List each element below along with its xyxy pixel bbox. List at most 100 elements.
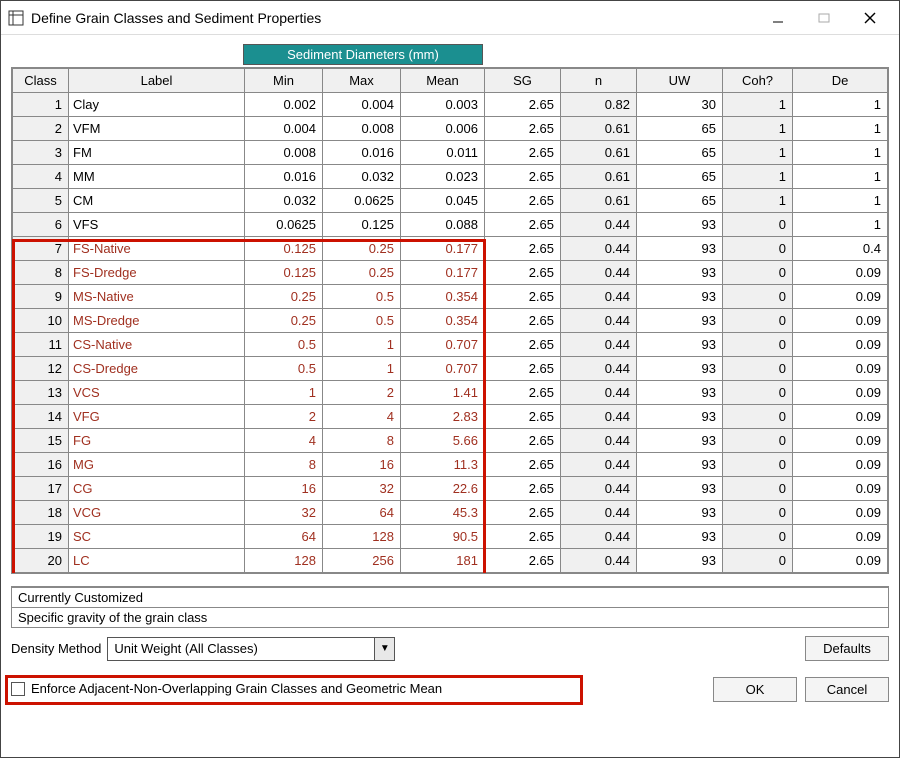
cell-min[interactable]: 0.25 <box>245 285 323 309</box>
cell-uw[interactable]: 93 <box>637 525 723 549</box>
cell-de[interactable]: 1 <box>793 93 888 117</box>
cell-min[interactable]: 64 <box>245 525 323 549</box>
cell-uw[interactable]: 93 <box>637 477 723 501</box>
cell-max[interactable]: 0.016 <box>323 141 401 165</box>
cell-mean[interactable]: 0.023 <box>401 165 485 189</box>
cell-n[interactable]: 0.44 <box>561 549 637 573</box>
cell-n[interactable]: 0.44 <box>561 453 637 477</box>
cell-label[interactable]: FS-Native <box>69 237 245 261</box>
cell-class[interactable]: 16 <box>13 453 69 477</box>
cell-n[interactable]: 0.44 <box>561 381 637 405</box>
cell-n[interactable]: 0.44 <box>561 525 637 549</box>
cell-mean[interactable]: 0.177 <box>401 261 485 285</box>
cell-label[interactable]: VFM <box>69 117 245 141</box>
cell-label[interactable]: MG <box>69 453 245 477</box>
cell-min[interactable]: 8 <box>245 453 323 477</box>
cell-sg[interactable]: 2.65 <box>485 549 561 573</box>
cell-sg[interactable]: 2.65 <box>485 117 561 141</box>
cell-de[interactable]: 0.09 <box>793 525 888 549</box>
enforce-checkbox[interactable] <box>11 682 25 696</box>
cell-uw[interactable]: 65 <box>637 189 723 213</box>
cell-coh[interactable]: 0 <box>723 213 793 237</box>
col-class[interactable]: Class <box>13 69 69 93</box>
cell-label[interactable]: Clay <box>69 93 245 117</box>
cell-min[interactable]: 0.125 <box>245 261 323 285</box>
cell-max[interactable]: 0.25 <box>323 237 401 261</box>
cell-max[interactable]: 256 <box>323 549 401 573</box>
cell-sg[interactable]: 2.65 <box>485 429 561 453</box>
col-sg[interactable]: SG <box>485 69 561 93</box>
cell-mean[interactable]: 0.707 <box>401 333 485 357</box>
cell-n[interactable]: 0.82 <box>561 93 637 117</box>
cell-max[interactable]: 4 <box>323 405 401 429</box>
cell-coh[interactable]: 0 <box>723 285 793 309</box>
table-row[interactable]: 9MS-Native0.250.50.3542.650.449300.09 <box>13 285 888 309</box>
col-coh[interactable]: Coh? <box>723 69 793 93</box>
cell-class[interactable]: 12 <box>13 357 69 381</box>
cell-sg[interactable]: 2.65 <box>485 525 561 549</box>
cell-max[interactable]: 2 <box>323 381 401 405</box>
cell-mean[interactable]: 2.83 <box>401 405 485 429</box>
cell-uw[interactable]: 65 <box>637 117 723 141</box>
cell-de[interactable]: 1 <box>793 165 888 189</box>
cell-max[interactable]: 0.004 <box>323 93 401 117</box>
cell-de[interactable]: 0.09 <box>793 501 888 525</box>
col-n[interactable]: n <box>561 69 637 93</box>
density-method-combobox[interactable]: Unit Weight (All Classes) ▼ <box>107 637 395 661</box>
cell-n[interactable]: 0.44 <box>561 501 637 525</box>
cell-n[interactable]: 0.44 <box>561 261 637 285</box>
cell-n[interactable]: 0.44 <box>561 357 637 381</box>
cell-class[interactable]: 17 <box>13 477 69 501</box>
table-row[interactable]: 17CG163222.62.650.449300.09 <box>13 477 888 501</box>
cell-class[interactable]: 7 <box>13 237 69 261</box>
cell-de[interactable]: 0.09 <box>793 549 888 573</box>
cell-sg[interactable]: 2.65 <box>485 261 561 285</box>
cell-n[interactable]: 0.44 <box>561 237 637 261</box>
cell-min[interactable]: 0.002 <box>245 93 323 117</box>
cell-label[interactable]: CM <box>69 189 245 213</box>
cell-uw[interactable]: 93 <box>637 285 723 309</box>
cell-min[interactable]: 4 <box>245 429 323 453</box>
cell-mean[interactable]: 0.354 <box>401 309 485 333</box>
table-row[interactable]: 13VCS121.412.650.449300.09 <box>13 381 888 405</box>
cell-class[interactable]: 10 <box>13 309 69 333</box>
cell-de[interactable]: 1 <box>793 117 888 141</box>
cell-uw[interactable]: 93 <box>637 309 723 333</box>
cell-sg[interactable]: 2.65 <box>485 141 561 165</box>
cell-label[interactable]: MM <box>69 165 245 189</box>
cell-min[interactable]: 0.016 <box>245 165 323 189</box>
cell-max[interactable]: 0.0625 <box>323 189 401 213</box>
cell-coh[interactable]: 0 <box>723 333 793 357</box>
cell-de[interactable]: 1 <box>793 213 888 237</box>
ok-button[interactable]: OK <box>713 677 797 702</box>
cell-max[interactable]: 16 <box>323 453 401 477</box>
cell-mean[interactable]: 0.045 <box>401 189 485 213</box>
cell-de[interactable]: 0.09 <box>793 333 888 357</box>
cell-max[interactable]: 64 <box>323 501 401 525</box>
cell-mean[interactable]: 0.354 <box>401 285 485 309</box>
cell-mean[interactable]: 5.66 <box>401 429 485 453</box>
cell-uw[interactable]: 93 <box>637 357 723 381</box>
cell-sg[interactable]: 2.65 <box>485 453 561 477</box>
cell-class[interactable]: 20 <box>13 549 69 573</box>
cell-de[interactable]: 0.09 <box>793 477 888 501</box>
cell-mean[interactable]: 181 <box>401 549 485 573</box>
cell-mean[interactable]: 0.006 <box>401 117 485 141</box>
cell-n[interactable]: 0.44 <box>561 429 637 453</box>
cell-uw[interactable]: 93 <box>637 453 723 477</box>
cell-min[interactable]: 0.0625 <box>245 213 323 237</box>
cell-mean[interactable]: 0.011 <box>401 141 485 165</box>
cell-min[interactable]: 2 <box>245 405 323 429</box>
cell-label[interactable]: VCG <box>69 501 245 525</box>
cell-min[interactable]: 0.5 <box>245 333 323 357</box>
cell-class[interactable]: 14 <box>13 405 69 429</box>
cell-uw[interactable]: 65 <box>637 141 723 165</box>
cell-sg[interactable]: 2.65 <box>485 333 561 357</box>
cell-sg[interactable]: 2.65 <box>485 405 561 429</box>
cell-uw[interactable]: 93 <box>637 213 723 237</box>
cell-coh[interactable]: 0 <box>723 453 793 477</box>
cell-mean[interactable]: 0.003 <box>401 93 485 117</box>
cell-n[interactable]: 0.44 <box>561 285 637 309</box>
cell-uw[interactable]: 93 <box>637 237 723 261</box>
cell-de[interactable]: 0.09 <box>793 453 888 477</box>
